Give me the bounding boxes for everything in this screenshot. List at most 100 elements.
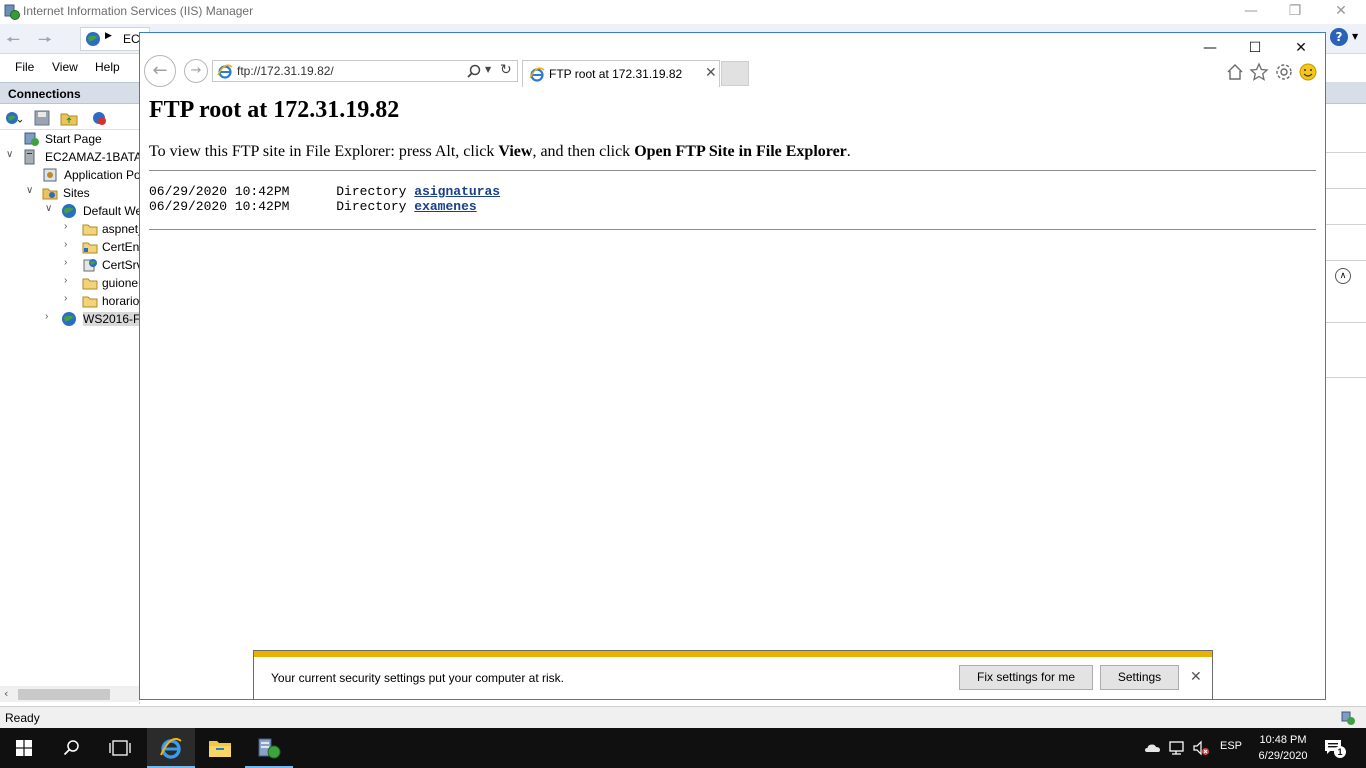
chevron-right-icon[interactable]: › (45, 311, 57, 322)
volume-muted-icon[interactable] (1192, 739, 1210, 757)
entry-datetime: 06/29/2020 10:42PM (149, 199, 290, 214)
globe-icon (86, 32, 100, 46)
menu-file[interactable]: File (15, 60, 34, 74)
windows-logo-icon (16, 740, 32, 756)
iis-window-title: Internet Information Services (IIS) Mana… (23, 4, 254, 18)
ie-maximize-button[interactable]: ☐ (1235, 37, 1275, 59)
folder-icon (82, 296, 98, 308)
favorites-star-icon[interactable] (1249, 62, 1269, 82)
new-tab-button[interactable] (721, 61, 749, 86)
iis-status-bar: Ready (0, 706, 1366, 728)
ie-address-bar[interactable]: ▼ ↻ (212, 60, 518, 82)
scroll-left-icon[interactable]: ‹ (4, 687, 8, 700)
address-dropdown-icon[interactable]: ▼ (485, 65, 491, 74)
page-title: FTP root at 172.31.19.82 (149, 97, 400, 123)
iis-minimize-button[interactable]: — (1228, 0, 1274, 24)
save-icon[interactable] (33, 109, 51, 127)
start-button[interactable] (0, 728, 48, 768)
ie-close-button[interactable]: ✕ (1281, 37, 1321, 59)
settings-button[interactable]: Settings (1100, 665, 1179, 690)
task-view-icon (109, 740, 131, 756)
ie-tab-active[interactable]: FTP root at 172.31.19.82 ✕ (522, 60, 720, 87)
actions-header (1325, 82, 1366, 104)
scrollbar-thumb[interactable] (18, 689, 110, 700)
collapse-up-icon[interactable]: ∧ (1335, 268, 1351, 284)
menu-view[interactable]: View (52, 60, 78, 74)
directory-link-asignaturas[interactable]: asignaturas (414, 184, 500, 199)
file-explorer-icon (209, 741, 231, 757)
taskbar-file-explorer[interactable] (196, 728, 244, 768)
connections-header: Connections (0, 82, 140, 104)
application-icon (83, 259, 97, 272)
clock-date: 6/29/2020 (1258, 750, 1308, 762)
chevron-down-icon[interactable]: ∨ (45, 203, 57, 214)
search-icon (63, 740, 79, 756)
divider (149, 229, 1316, 230)
chevron-right-icon[interactable]: › (64, 293, 76, 304)
search-icon[interactable] (467, 64, 481, 78)
menu-help[interactable]: Help (95, 60, 120, 74)
instr-open-ftp-keyword: Open FTP Site in File Explorer (634, 143, 847, 160)
refresh-icon[interactable]: ↻ (500, 62, 512, 78)
server-icon (24, 149, 35, 165)
system-clock[interactable]: 10:48 PM 6/29/2020 (1248, 732, 1318, 764)
ie-page-content: FTP root at 172.31.19.82 To view this FT… (140, 93, 1325, 699)
notification-count-badge: 1 (1334, 746, 1346, 758)
iis-help-button[interactable]: ? ▼ (1330, 28, 1360, 48)
iis-restore-button[interactable]: ❐ (1272, 0, 1318, 24)
iis-forward-arrow-icon[interactable]: 🠖 (38, 29, 62, 49)
up-folder-icon[interactable] (60, 109, 78, 127)
feedback-smiley-icon[interactable] (1298, 62, 1318, 82)
internet-explorer-icon (160, 737, 182, 759)
taskbar-internet-explorer[interactable] (147, 728, 195, 768)
chevron-right-icon[interactable]: › (64, 257, 76, 268)
onedrive-cloud-icon[interactable] (1144, 739, 1162, 757)
input-language-indicator[interactable]: ESP (1220, 740, 1242, 752)
disconnect-icon[interactable] (90, 109, 108, 127)
connections-pane: Connections Start Page ∨ EC2AMAZ-1BATA A… (0, 82, 140, 704)
entry-type: Directory (336, 184, 407, 199)
network-icon[interactable] (1168, 739, 1186, 757)
list-item: 06/29/2020 10:42PM Directory asignaturas (149, 184, 500, 199)
iis-manager-icon (258, 738, 281, 759)
home-icon[interactable] (1225, 62, 1245, 82)
network-status-icon (1341, 711, 1355, 725)
task-view-button[interactable] (96, 728, 144, 768)
connections-title: Connections (8, 87, 81, 101)
fix-settings-button[interactable]: Fix settings for me (959, 665, 1093, 690)
page-instructions: To view this FTP site in File Explorer: … (149, 143, 851, 160)
search-button[interactable] (48, 728, 96, 768)
chevron-down-icon[interactable]: ∨ (26, 185, 38, 196)
windows-taskbar: ESP 10:48 PM 6/29/2020 1 (0, 728, 1366, 768)
chevron-down-icon[interactable]: ∨ (6, 149, 18, 160)
close-icon[interactable]: ✕ (1190, 669, 1202, 685)
internet-explorer-window: — ☐ ✕ ← → ▼ ↻ FTP root at 172.31.19. (139, 32, 1326, 700)
warning-stripe (254, 651, 1212, 657)
action-center-button[interactable]: 1 (1322, 736, 1346, 760)
globe-icon (62, 204, 76, 218)
ie-minimize-button[interactable]: — (1190, 37, 1230, 59)
iis-close-button[interactable]: ✕ (1318, 0, 1364, 24)
tab-close-icon[interactable]: ✕ (705, 65, 717, 81)
ie-page-icon (217, 64, 233, 79)
directory-link-examenes[interactable]: examenes (414, 199, 476, 214)
chevron-right-icon[interactable]: › (64, 239, 76, 250)
iis-back-arrow-icon[interactable]: 🠔 (6, 29, 30, 49)
chevron-right-icon[interactable]: › (64, 221, 76, 232)
divider (149, 170, 1316, 171)
address-input[interactable] (237, 61, 457, 81)
breadcrumb-arrow-icon: ▶ (105, 31, 112, 41)
connections-horizontal-scrollbar[interactable]: ‹ (0, 686, 140, 702)
application-pools-icon (43, 168, 57, 182)
security-notification-bar: Your current security settings put your … (253, 650, 1213, 699)
taskbar-iis-manager[interactable] (245, 728, 293, 768)
connect-globe-icon[interactable] (4, 109, 22, 127)
virtual-folder-icon (82, 242, 98, 254)
chevron-right-icon[interactable]: › (64, 275, 76, 286)
settings-gear-icon[interactable] (1274, 62, 1294, 82)
instr-view-keyword: View (498, 143, 533, 160)
back-arrow-icon[interactable]: ← (144, 55, 176, 87)
forward-arrow-icon[interactable]: → (184, 59, 208, 83)
folder-icon (82, 278, 98, 290)
sites-icon (42, 188, 58, 200)
